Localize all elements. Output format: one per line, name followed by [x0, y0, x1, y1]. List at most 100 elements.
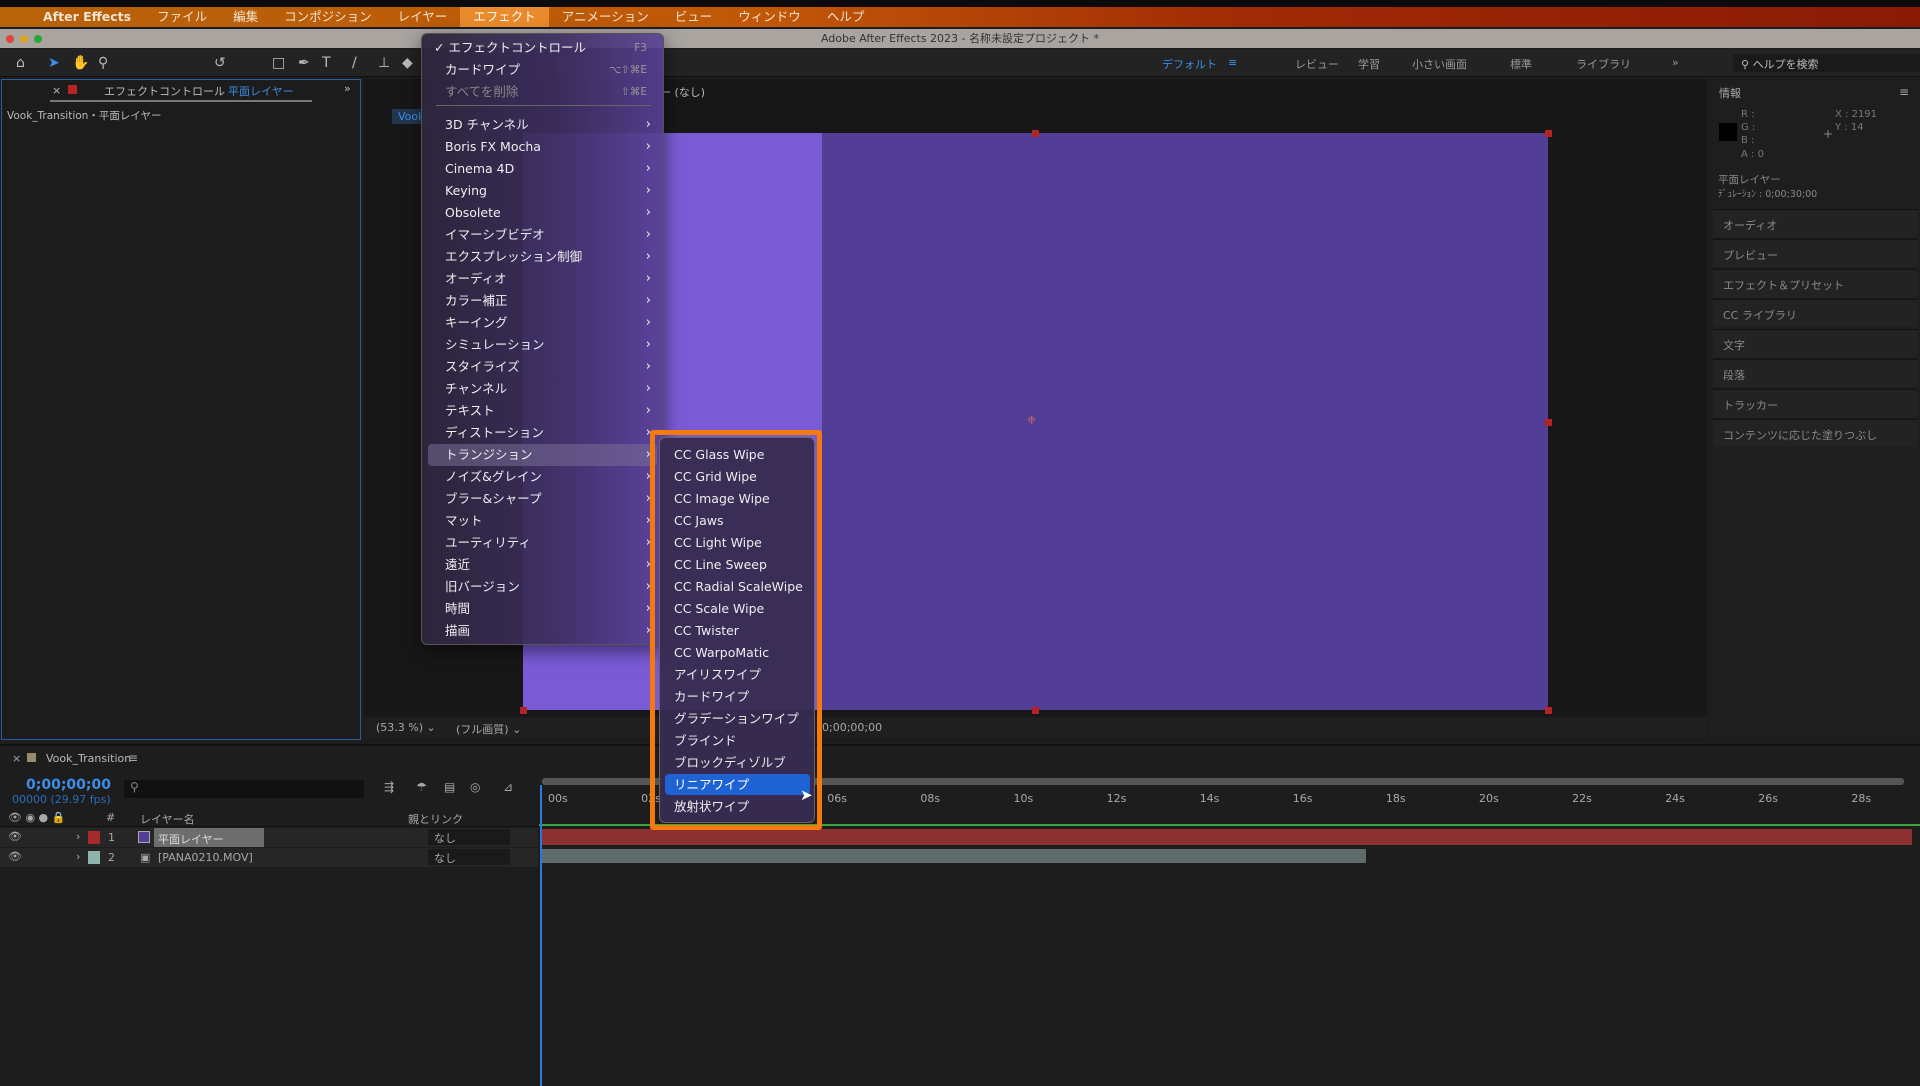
effect-controls-tab[interactable]: エフェクトコントロール — [104, 83, 225, 99]
close-window-button[interactable] — [6, 35, 14, 43]
panel-content-aware-fill[interactable]: コンテンツに応じた塗りつぶし — [1713, 419, 1918, 447]
menu-layer[interactable]: レイヤー — [385, 7, 461, 27]
magnification-dropdown[interactable]: (53.3 %) ⌄ — [376, 721, 436, 734]
menu-category[interactable]: ディストーション › — [428, 422, 657, 444]
label-color[interactable] — [88, 831, 100, 844]
menu-effect[interactable]: エフェクト — [460, 7, 549, 27]
menu-category[interactable]: キーイング › — [428, 312, 657, 334]
menu-category[interactable]: ブラー&シャープ › — [428, 488, 657, 510]
menu-app[interactable]: After Effects — [30, 7, 144, 27]
menu-category[interactable]: オーディオ › — [428, 268, 657, 290]
timeline-comp-tab[interactable]: Vook_Transition — [46, 752, 131, 765]
menu-category[interactable]: 3D チャンネル › — [428, 114, 657, 136]
visibility-icon[interactable]: 👁︎ — [8, 850, 22, 863]
submenu-item[interactable]: 放射状ワイプ — [665, 796, 810, 817]
workspace-learn[interactable]: 学習 — [1358, 56, 1380, 72]
expand-icon[interactable]: › — [76, 830, 80, 843]
layer-search-input[interactable]: ⚲ — [124, 780, 364, 798]
draft-3d-icon[interactable]: ☂ — [416, 780, 427, 794]
menu-category[interactable]: シミュレーション › — [428, 334, 657, 356]
resolution-dropdown[interactable]: (フル画質) ⌄ — [456, 721, 521, 737]
transform-handle[interactable] — [1545, 419, 1552, 426]
panel-character[interactable]: 文字 — [1713, 329, 1918, 357]
menu-category[interactable]: ユーティリティ › — [428, 532, 657, 554]
menu-category[interactable]: 描画 › — [428, 620, 657, 642]
workspace-default[interactable]: デフォルト — [1162, 56, 1217, 72]
submenu-item[interactable]: CC Jaws — [665, 510, 810, 531]
brush-tool-icon[interactable]: / — [352, 55, 357, 71]
menu-view[interactable]: ビュー — [662, 7, 726, 27]
submenu-item[interactable]: グラデーションワイプ — [665, 708, 810, 729]
timeline-timecode[interactable]: 0;00;00;00 — [26, 777, 111, 793]
col-layer-name[interactable]: レイヤー名 — [140, 811, 195, 827]
selection-tool-icon[interactable]: ➤ — [48, 55, 60, 71]
anchor-point-icon[interactable]: ⌖ — [1027, 410, 1036, 430]
effect-controls-layer[interactable]: 平面レイヤー — [228, 83, 294, 99]
menu-category[interactable]: テキスト › — [428, 400, 657, 422]
submenu-item[interactable]: アイリスワイプ — [665, 664, 810, 685]
submenu-item[interactable]: カードワイプ — [665, 686, 810, 707]
comp-flowchart-icon[interactable]: ⇶ — [384, 780, 394, 794]
menu-category[interactable]: トランジション › — [428, 444, 657, 466]
submenu-item[interactable]: ブラインド — [665, 730, 810, 751]
submenu-item[interactable]: CC WarpoMatic — [665, 642, 810, 663]
menu-composition[interactable]: コンポジション — [271, 7, 385, 27]
expand-icon[interactable]: › — [76, 850, 80, 863]
eraser-tool-icon[interactable]: ◆ — [402, 55, 413, 71]
layer-name[interactable]: 平面レイヤー — [154, 828, 264, 847]
panel-tracker[interactable]: トラッカー — [1713, 389, 1918, 417]
close-timeline-icon[interactable]: × — [12, 752, 21, 765]
menu-category[interactable]: チャンネル › — [428, 378, 657, 400]
transform-handle[interactable] — [520, 707, 527, 714]
menu-item[interactable]: カードワイプ ⌥⇧⌘E — [428, 59, 657, 81]
menu-category[interactable]: Cinema 4D › — [428, 158, 657, 180]
graph-editor-icon[interactable]: ⊿ — [503, 780, 513, 794]
layer-row[interactable]: 👁︎ › 1 平面レイヤー なし — [0, 828, 538, 847]
menu-category[interactable]: カラー補正 › — [428, 290, 657, 312]
panel-effects-presets[interactable]: エフェクト＆プリセット — [1713, 269, 1918, 297]
playhead[interactable] — [540, 785, 542, 1086]
motion-blur-icon[interactable]: ◎ — [470, 780, 480, 794]
panel-preview[interactable]: プレビュー — [1713, 239, 1918, 267]
workspace-review[interactable]: レビュー — [1295, 56, 1339, 72]
transform-handle[interactable] — [1545, 707, 1552, 714]
zoom-tool-icon[interactable]: ⚲ — [98, 55, 108, 71]
submenu-item[interactable]: リニアワイプ — [665, 774, 810, 795]
workspace-menu-icon[interactable]: ≡ — [1228, 56, 1237, 69]
submenu-item[interactable]: CC Light Wipe — [665, 532, 810, 553]
text-tool-icon[interactable]: T — [322, 55, 331, 71]
minimize-window-button[interactable] — [20, 35, 28, 43]
transform-handle[interactable] — [1545, 130, 1552, 137]
hand-tool-icon[interactable]: ✋ — [72, 55, 89, 71]
label-color[interactable] — [88, 851, 100, 864]
panel-paragraph[interactable]: 段落 — [1713, 359, 1918, 387]
submenu-item[interactable]: CC Line Sweep — [665, 554, 810, 575]
menu-edit[interactable]: 編集 — [220, 7, 271, 27]
menu-category[interactable]: 遠近 › — [428, 554, 657, 576]
menu-item[interactable]: ✓ エフェクトコントロール F3 — [428, 37, 657, 59]
menu-category[interactable]: Obsolete › — [428, 202, 657, 224]
submenu-item[interactable]: CC Glass Wipe — [665, 444, 810, 465]
panel-cc-libraries[interactable]: CC ライブラリ — [1713, 299, 1918, 327]
menu-category[interactable]: Keying › — [428, 180, 657, 202]
submenu-item[interactable]: CC Radial ScaleWipe — [665, 576, 810, 597]
layer-bar-1[interactable] — [542, 829, 1912, 845]
close-tab-icon[interactable]: × — [52, 84, 61, 97]
timeline-menu-icon[interactable]: ≡ — [128, 751, 138, 765]
help-search-input[interactable]: ⚲ ヘルプを検索 — [1733, 54, 1920, 72]
visibility-icon[interactable]: 👁︎ — [8, 830, 22, 843]
transform-handle[interactable] — [1032, 707, 1039, 714]
transform-handle[interactable] — [1032, 130, 1039, 137]
workspace-standard[interactable]: 標準 — [1510, 56, 1532, 72]
home-icon[interactable]: ⌂ — [16, 55, 25, 71]
menu-category[interactable]: 時間 › — [428, 598, 657, 620]
layer-name[interactable]: [PANA0210.MOV] — [158, 851, 253, 864]
frame-blending-icon[interactable]: ▤ — [444, 780, 455, 794]
current-time-display[interactable]: 0;00;00;00 — [822, 721, 882, 734]
parent-dropdown[interactable]: なし — [428, 849, 510, 865]
panel-menu-icon[interactable]: ≡ — [1899, 85, 1909, 99]
menu-category[interactable]: 旧バージョン › — [428, 576, 657, 598]
menu-category[interactable]: ノイズ&グレイン › — [428, 466, 657, 488]
submenu-item[interactable]: CC Image Wipe — [665, 488, 810, 509]
submenu-item[interactable]: ブロックディゾルブ — [665, 752, 810, 773]
